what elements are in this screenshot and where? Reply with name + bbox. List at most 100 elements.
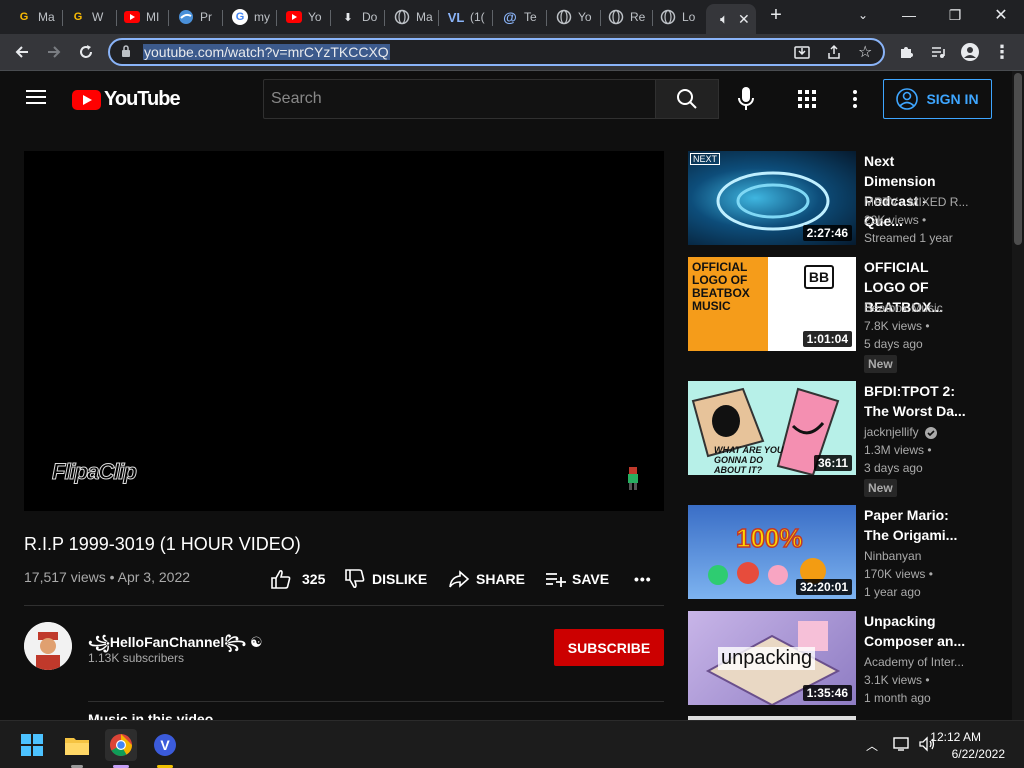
channel-name[interactable]: jacknjellify bbox=[864, 425, 919, 439]
channel-name[interactable]: MRTV - MIXED R... bbox=[864, 195, 968, 209]
thumbs-down-icon bbox=[345, 569, 365, 589]
channel-name[interactable]: Ninbanyan bbox=[864, 549, 968, 563]
browser-tab[interactable]: Re bbox=[598, 4, 652, 30]
character-figure bbox=[626, 467, 640, 496]
save-button[interactable]: SAVE bbox=[544, 566, 609, 592]
recommended-video[interactable]: NEXT 2:27:46 Next Dimension Podcast - Qu… bbox=[688, 151, 978, 247]
channel-avatar[interactable] bbox=[24, 622, 72, 670]
thumbs-up-icon bbox=[271, 569, 291, 589]
browser-tab-active[interactable]: 🔈︎ ✕ bbox=[706, 4, 756, 34]
url-text[interactable]: youtube.com/watch?v=mrCYzTKCCXQ bbox=[143, 44, 390, 60]
browser-tab[interactable]: Yo bbox=[276, 4, 330, 30]
reload-button[interactable] bbox=[72, 38, 100, 66]
video-title[interactable]: BFDI:TPOT 2: The Worst Da... bbox=[864, 381, 968, 421]
video-duration: 2:27:46 bbox=[802, 225, 852, 241]
video-title[interactable]: Unpacking Composer an... bbox=[864, 611, 968, 651]
minimize-button[interactable]: ― bbox=[886, 0, 932, 30]
browser-tab[interactable]: @ Te bbox=[492, 4, 546, 30]
recommended-video[interactable]: unpacking 1:35:46 Unpacking Composer an.… bbox=[688, 611, 978, 707]
recommended-video[interactable]: WHAT ARE YOU GONNA DO ABOUT IT? 36:11 BF… bbox=[688, 381, 978, 497]
at-icon: @ bbox=[503, 9, 517, 25]
speaker-icon[interactable]: 🔈︎ bbox=[716, 11, 732, 27]
channel-name-row[interactable]: jacknjellify bbox=[864, 425, 968, 439]
video-thumbnail[interactable]: NEXT 2:27:46 bbox=[688, 151, 856, 245]
more-actions-button[interactable]: ••• bbox=[634, 566, 652, 592]
tab-title: Ma bbox=[38, 10, 55, 24]
share-icon[interactable] bbox=[826, 44, 842, 65]
video-thumbnail[interactable]: 100% 32:20:01 bbox=[688, 505, 856, 599]
browser-tab[interactable]: G W bbox=[60, 4, 114, 30]
media-control-icon[interactable] bbox=[924, 38, 952, 66]
profile-avatar-icon[interactable] bbox=[956, 38, 984, 66]
forward-button[interactable] bbox=[40, 38, 68, 66]
install-icon[interactable] bbox=[794, 44, 810, 65]
apps-grid-icon[interactable] bbox=[798, 90, 816, 113]
address-bar[interactable]: youtube.com/watch?v=mrCYzTKCCXQ ☆ bbox=[108, 38, 885, 66]
youtube-logo[interactable]: YouTube bbox=[72, 88, 181, 111]
browser-tab[interactable]: Pr bbox=[168, 4, 222, 30]
close-window-button[interactable]: ✕ bbox=[978, 0, 1024, 30]
video-thumbnail[interactable]: WHAT ARE YOU GONNA DO ABOUT IT? 36:11 bbox=[688, 381, 856, 475]
browser-tab[interactable]: ⬇ Do bbox=[330, 4, 384, 30]
video-player[interactable]: FlipaClip bbox=[24, 151, 664, 511]
close-tab-icon[interactable]: ✕ bbox=[738, 11, 750, 28]
tab-title: MI bbox=[146, 10, 160, 24]
new-tab-button[interactable]: + bbox=[754, 0, 798, 30]
tab-title: Yo bbox=[308, 10, 322, 24]
video-duration: 1:01:04 bbox=[802, 331, 852, 347]
browser-tab[interactable]: MI bbox=[114, 4, 168, 30]
tab-search-chevron-icon[interactable]: ⌄ bbox=[840, 0, 886, 30]
view-count: 3.1K views • bbox=[864, 673, 930, 687]
recommended-video[interactable]: OFFICIAL LOGO OF BEATBOX MUSIC BB 1:01:0… bbox=[688, 257, 978, 373]
sign-in-button[interactable]: SIGN IN bbox=[883, 79, 992, 119]
chrome-menu-icon[interactable]: ⋮ bbox=[988, 38, 1016, 66]
hamburger-menu-icon[interactable] bbox=[26, 89, 46, 110]
show-hidden-icons-chevron-icon[interactable]: ︿ bbox=[866, 737, 878, 754]
lock-icon[interactable] bbox=[121, 45, 131, 63]
scrollbar-thumb[interactable] bbox=[1014, 73, 1022, 245]
browser-tab[interactable]: VL (1( bbox=[438, 4, 492, 30]
more-actions-icon: ••• bbox=[634, 571, 652, 587]
browser-tab[interactable]: G my bbox=[222, 4, 276, 30]
browser-tab[interactable]: G Ma bbox=[6, 4, 60, 30]
chrome-taskbar-button[interactable] bbox=[105, 729, 137, 761]
clock-date[interactable]: 6/22/2022 bbox=[952, 747, 1005, 761]
v-app-taskbar-button[interactable]: V bbox=[149, 729, 181, 761]
google-g-icon: G bbox=[73, 11, 83, 23]
video-thumbnail[interactable]: unpacking 1:35:46 bbox=[688, 611, 856, 705]
like-count: 325 bbox=[302, 571, 326, 587]
recommended-video[interactable]: 100% 32:20:01 Paper Mario: The Origami..… bbox=[688, 505, 978, 601]
upload-date: 3 days ago bbox=[864, 461, 923, 475]
like-button[interactable]: 325 bbox=[270, 566, 325, 592]
extensions-puzzle-icon[interactable] bbox=[892, 38, 920, 66]
channel-name[interactable]: Academy of Inter... bbox=[864, 655, 968, 669]
sign-in-label: SIGN IN bbox=[926, 91, 979, 107]
thumbnail-caption: unpacking bbox=[718, 647, 816, 670]
browser-tab[interactable]: Ma bbox=[384, 4, 438, 30]
windows-logo-icon bbox=[21, 734, 43, 756]
start-button[interactable] bbox=[16, 729, 48, 761]
thumbnail-caption: WHAT ARE YOU GONNA DO ABOUT IT? bbox=[714, 445, 784, 475]
search-button[interactable] bbox=[655, 79, 719, 119]
browser-tab[interactable]: Yo bbox=[546, 4, 600, 30]
restore-button[interactable]: ❐ bbox=[932, 0, 978, 30]
dislike-button[interactable]: DISLIKE bbox=[344, 566, 427, 592]
youtube-play-icon bbox=[72, 89, 101, 110]
file-explorer-button[interactable] bbox=[61, 729, 93, 761]
back-button[interactable] bbox=[8, 38, 36, 66]
bookmark-star-icon[interactable]: ☆ bbox=[858, 42, 872, 62]
voice-search-mic-icon[interactable] bbox=[737, 87, 755, 116]
arrow-right-icon bbox=[48, 46, 61, 58]
tab-title: my bbox=[254, 10, 270, 24]
browser-tab[interactable]: Lo bbox=[650, 4, 704, 30]
share-button[interactable]: SHARE bbox=[448, 566, 525, 592]
clock-time[interactable]: 12:12 AM bbox=[930, 730, 981, 744]
windows-taskbar: V ︿ 12:12 AM 6/22/2022 bbox=[0, 720, 1024, 768]
network-icon[interactable] bbox=[893, 736, 911, 757]
video-thumbnail[interactable]: OFFICIAL LOGO OF BEATBOX MUSIC BB 1:01:0… bbox=[688, 257, 856, 351]
channel-name[interactable]: Beatbox Music bbox=[864, 301, 968, 315]
settings-more-icon[interactable] bbox=[852, 89, 858, 114]
search-input[interactable]: Search bbox=[263, 79, 656, 119]
subscribe-button[interactable]: SUBSCRIBE bbox=[554, 629, 664, 666]
video-title[interactable]: Paper Mario: The Origami... bbox=[864, 505, 968, 545]
